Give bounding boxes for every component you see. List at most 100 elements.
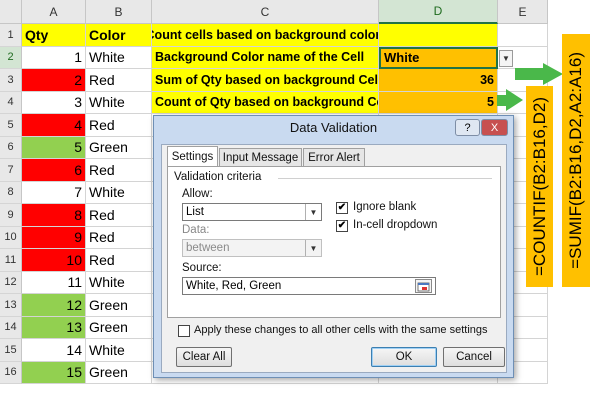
qty-cell[interactable]: 8: [22, 204, 86, 227]
chevron-down-icon: ▼: [305, 240, 321, 256]
qty-cell[interactable]: 12: [22, 294, 86, 317]
settings-panel: Validation criteria Allow: List ▼ ✔ Igno…: [167, 166, 501, 318]
qty-cell[interactable]: 1: [22, 46, 86, 69]
apply-changes-label: Apply these changes to all other cells w…: [194, 324, 488, 336]
allow-value: List: [186, 206, 204, 218]
description-cell[interactable]: Background Color name of the Cell: [152, 46, 379, 69]
column-header-d[interactable]: D: [379, 0, 498, 24]
empty-cell[interactable]: [498, 24, 548, 47]
qty-cell[interactable]: 4: [22, 114, 86, 137]
column-header-b[interactable]: B: [86, 0, 152, 24]
qty-cell[interactable]: 11: [22, 271, 86, 294]
color-cell[interactable]: White: [86, 181, 152, 204]
row-header[interactable]: 8: [0, 181, 22, 204]
arrow-right-icon: [543, 63, 563, 85]
allow-label: Allow:: [182, 188, 213, 200]
color-cell[interactable]: Red: [86, 69, 152, 92]
data-select[interactable]: between ▼: [182, 239, 322, 257]
description-cell[interactable]: Count of Qty based on background Cell Co…: [152, 91, 379, 114]
qty-cell[interactable]: 7: [22, 181, 86, 204]
row-header[interactable]: 10: [0, 226, 22, 249]
column-header-c[interactable]: C: [152, 0, 379, 24]
color-cell[interactable]: White: [86, 339, 152, 362]
cancel-button[interactable]: Cancel: [443, 347, 505, 367]
section-title: Validation criteria: [174, 171, 262, 183]
count-result-cell[interactable]: 5: [379, 91, 498, 114]
row-header[interactable]: 4: [0, 91, 22, 114]
clear-all-button[interactable]: Clear All: [176, 347, 232, 367]
help-button[interactable]: ?: [455, 119, 480, 136]
in-cell-dropdown-checkbox[interactable]: ✔: [336, 220, 348, 232]
color-cell[interactable]: Green: [86, 294, 152, 317]
description-cell[interactable]: Sum of Qty based on background Cell Colo…: [152, 69, 379, 92]
close-button[interactable]: X: [481, 119, 508, 136]
qty-cell[interactable]: 14: [22, 339, 86, 362]
column-header-e[interactable]: E: [498, 0, 548, 24]
color-cell[interactable]: White: [86, 91, 152, 114]
qty-cell[interactable]: 9: [22, 226, 86, 249]
in-cell-dropdown-label: In-cell dropdown: [353, 219, 438, 231]
row-header[interactable]: 9: [0, 204, 22, 227]
data-label: Data:: [182, 224, 210, 236]
ignore-blank-checkbox[interactable]: ✔: [336, 202, 348, 214]
color-cell[interactable]: White: [86, 46, 152, 69]
qty-cell[interactable]: 13: [22, 316, 86, 339]
qty-cell[interactable]: 15: [22, 361, 86, 384]
color-picker-cell[interactable]: White: [379, 46, 498, 69]
cell-dropdown-button[interactable]: ▼: [499, 50, 513, 67]
row-header[interactable]: 16: [0, 361, 22, 384]
row-header[interactable]: 6: [0, 136, 22, 159]
allow-select[interactable]: List ▼: [182, 203, 322, 221]
sheet-title-cell[interactable]: Sum or Count cells based on background c…: [152, 24, 379, 47]
color-cell[interactable]: Red: [86, 204, 152, 227]
collapse-dialog-icon: [417, 282, 430, 292]
color-cell[interactable]: Red: [86, 226, 152, 249]
row-header[interactable]: 7: [0, 159, 22, 182]
ignore-blank-label: Ignore blank: [353, 201, 417, 213]
color-cell[interactable]: Green: [86, 361, 152, 384]
row-header[interactable]: 15: [0, 339, 22, 362]
qty-cell[interactable]: 6: [22, 159, 86, 182]
color-cell[interactable]: Green: [86, 136, 152, 159]
source-input[interactable]: White, Red, Green: [182, 277, 436, 295]
color-cell[interactable]: Red: [86, 114, 152, 137]
qty-cell[interactable]: 5: [22, 136, 86, 159]
apply-changes-checkbox[interactable]: [178, 325, 190, 337]
header-cell-color[interactable]: Color: [86, 24, 152, 47]
arrow-right-icon: [506, 89, 523, 111]
chevron-down-icon: ▼: [305, 204, 321, 220]
source-value: White, Red, Green: [186, 280, 282, 292]
color-cell[interactable]: Red: [86, 159, 152, 182]
ok-button[interactable]: OK: [371, 347, 437, 367]
sum-result-cell[interactable]: 36: [379, 69, 498, 92]
color-cell[interactable]: White: [86, 271, 152, 294]
section-divider: [278, 178, 492, 179]
qty-cell[interactable]: 2: [22, 69, 86, 92]
data-value: between: [186, 242, 230, 254]
row-header[interactable]: 11: [0, 249, 22, 272]
row-header[interactable]: 14: [0, 316, 22, 339]
sumif-formula-label: =SUMIF(B2:B16,D2,A2:A16): [562, 34, 590, 287]
arrow-shaft-sum: [515, 68, 545, 80]
row-header[interactable]: 1: [0, 24, 22, 47]
countif-formula-label: =COUNTIF(B2:B16,D2): [526, 86, 553, 287]
row-header[interactable]: 5: [0, 114, 22, 137]
qty-cell[interactable]: 10: [22, 249, 86, 272]
header-cell-qty[interactable]: Qty: [22, 24, 86, 47]
help-icon: ?: [464, 121, 471, 134]
color-cell[interactable]: Red: [86, 249, 152, 272]
row-header[interactable]: 3: [0, 69, 22, 92]
column-header-a[interactable]: A: [22, 0, 86, 24]
qty-cell[interactable]: 3: [22, 91, 86, 114]
tab-settings[interactable]: Settings: [167, 146, 218, 167]
range-picker-button[interactable]: [415, 279, 432, 293]
select-all-corner[interactable]: [0, 0, 22, 24]
source-label: Source:: [182, 262, 222, 274]
tab-input-message[interactable]: Input Message: [219, 148, 302, 166]
row-header[interactable]: 12: [0, 271, 22, 294]
row-header[interactable]: 13: [0, 294, 22, 317]
tab-error-alert[interactable]: Error Alert: [303, 148, 365, 166]
color-cell[interactable]: Green: [86, 316, 152, 339]
row-header[interactable]: 2: [0, 46, 22, 69]
header-cell-d[interactable]: [379, 24, 498, 47]
